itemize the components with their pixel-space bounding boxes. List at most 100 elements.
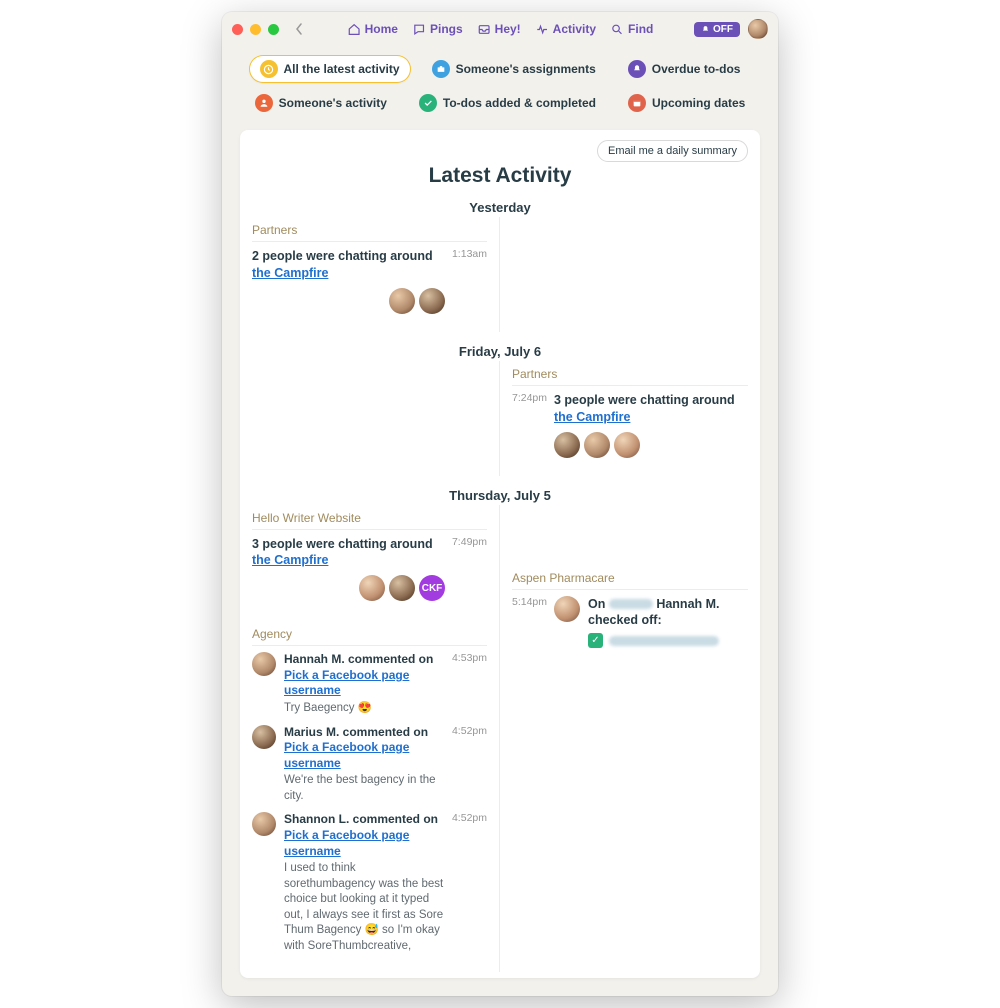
nav-pings-label: Pings (430, 22, 463, 36)
notifications-off-badge[interactable]: OFF (694, 22, 740, 37)
maximize-icon[interactable] (268, 24, 279, 35)
avatar[interactable] (419, 288, 445, 314)
titlebar: Home Pings Hey! Activity Find OFF (222, 12, 778, 46)
nav-activity[interactable]: Activity (535, 22, 596, 36)
activity-content: Email me a daily summary Latest Activity… (240, 130, 760, 978)
activity-entry: 1:13am 2 people were chatting around the… (252, 248, 487, 322)
comment-body: I used to think sorethumbagency was the … (284, 861, 445, 954)
campfire-link[interactable]: the Campfire (252, 266, 328, 280)
timestamp: 5:14pm (512, 596, 547, 608)
entry-title: 3 people were chatting around the Campfi… (554, 392, 748, 426)
nav-find-label: Find (628, 22, 653, 36)
project-label[interactable]: Agency (252, 621, 487, 646)
avatar[interactable] (389, 288, 415, 314)
redacted-text (609, 599, 653, 609)
nav-hey-label: Hey! (495, 22, 521, 36)
check-icon (419, 94, 437, 112)
filter-assignments[interactable]: Someone's assignments (422, 56, 606, 82)
participant-avatars (252, 288, 445, 314)
nav-pings[interactable]: Pings (412, 22, 463, 36)
filter-label: To-dos added & completed (443, 96, 596, 110)
filter-todos-added[interactable]: To-dos added & completed (409, 90, 606, 116)
comment-link[interactable]: Pick a Facebook page username (284, 668, 409, 698)
entry-title: 2 people were chatting around the Campfi… (252, 248, 445, 282)
comment-link[interactable]: Pick a Facebook page username (284, 740, 409, 770)
page-title: Latest Activity (240, 164, 760, 188)
comment-item: Shannon L. commented on Pick a Facebook … (252, 812, 487, 954)
nav-activity-label: Activity (553, 22, 596, 36)
avatar[interactable] (389, 575, 415, 601)
filter-label: Someone's assignments (456, 62, 596, 76)
filter-label: Someone's activity (279, 96, 387, 110)
day-header-yesterday: Yesterday (240, 200, 760, 215)
entry-title: 3 people were chatting around the Campfi… (252, 536, 445, 570)
back-button[interactable] (291, 21, 307, 37)
bell-off-icon (701, 25, 710, 34)
calendar-icon (628, 94, 646, 112)
avatar[interactable] (584, 432, 610, 458)
nav-hey[interactable]: Hey! (477, 22, 521, 36)
comment-item: Marius M. commented on Pick a Facebook p… (252, 725, 487, 805)
app-window: Home Pings Hey! Activity Find OFF All th… (222, 12, 778, 996)
avatar[interactable] (252, 812, 276, 836)
top-nav: Home Pings Hey! Activity Find (347, 22, 654, 36)
filter-label: Overdue to-dos (652, 62, 741, 76)
filter-someones-activity[interactable]: Someone's activity (245, 90, 397, 116)
close-icon[interactable] (232, 24, 243, 35)
day-header-thu: Thursday, July 5 (240, 488, 760, 503)
timestamp: 4:52pm (452, 725, 487, 737)
avatar[interactable] (614, 432, 640, 458)
nav-find[interactable]: Find (610, 22, 653, 36)
project-label[interactable]: Partners (252, 217, 487, 242)
activity-entry: 5:14pm On Hannah M. checked off: ✓ (512, 596, 748, 657)
day-header-fri: Friday, July 6 (240, 344, 760, 359)
checked-icon: ✓ (588, 633, 603, 648)
campfire-link[interactable]: the Campfire (252, 553, 328, 567)
email-daily-summary-button[interactable]: Email me a daily summary (597, 140, 748, 162)
avatar[interactable] (252, 725, 276, 749)
current-user-avatar[interactable] (748, 19, 768, 39)
redacted-text (609, 636, 719, 646)
activity-filters: All the latest activity Someone's assign… (222, 46, 778, 130)
campfire-link[interactable]: the Campfire (554, 410, 630, 424)
pulse-icon (535, 22, 549, 36)
timestamp: 1:13am (452, 248, 487, 260)
comment-header: Hannah M. commented on Pick a Facebook p… (284, 652, 445, 699)
search-icon (610, 22, 624, 36)
project-label[interactable]: Hello Writer Website (252, 505, 487, 530)
off-label: OFF (713, 24, 733, 35)
bell-icon (628, 60, 646, 78)
filter-upcoming[interactable]: Upcoming dates (618, 90, 755, 116)
nav-home-label: Home (365, 22, 398, 36)
chat-icon (412, 22, 426, 36)
titlebar-right: OFF (694, 19, 768, 39)
filter-overdue[interactable]: Overdue to-dos (618, 56, 751, 82)
participant-avatars: CKF (252, 575, 445, 601)
home-icon (347, 22, 361, 36)
avatar[interactable] (359, 575, 385, 601)
comment-header: Shannon L. commented on Pick a Facebook … (284, 812, 445, 859)
entry-title: On Hannah M. checked off: (588, 596, 748, 630)
filter-label: All the latest activity (284, 62, 400, 76)
project-label[interactable]: Aspen Pharmacare (512, 565, 748, 590)
comment-header: Marius M. commented on Pick a Facebook p… (284, 725, 445, 772)
timestamp: 4:52pm (452, 812, 487, 824)
comment-item: Hannah M. commented on Pick a Facebook p… (252, 652, 487, 716)
avatar[interactable] (554, 596, 580, 622)
project-label[interactable]: Partners (512, 361, 748, 386)
comment-link[interactable]: Pick a Facebook page username (284, 828, 409, 858)
avatar-initials[interactable]: CKF (419, 575, 445, 601)
person-icon (255, 94, 273, 112)
filter-all-latest[interactable]: All the latest activity (250, 56, 410, 82)
nav-home[interactable]: Home (347, 22, 398, 36)
inbox-icon (477, 22, 491, 36)
timestamp: 7:49pm (452, 536, 487, 548)
avatar[interactable] (252, 652, 276, 676)
timestamp: 4:53pm (452, 652, 487, 664)
activity-entry: 7:49pm 3 people were chatting around the… (252, 536, 487, 610)
avatar[interactable] (554, 432, 580, 458)
participant-avatars (554, 432, 748, 458)
briefcase-icon (432, 60, 450, 78)
minimize-icon[interactable] (250, 24, 261, 35)
window-controls (232, 24, 279, 35)
